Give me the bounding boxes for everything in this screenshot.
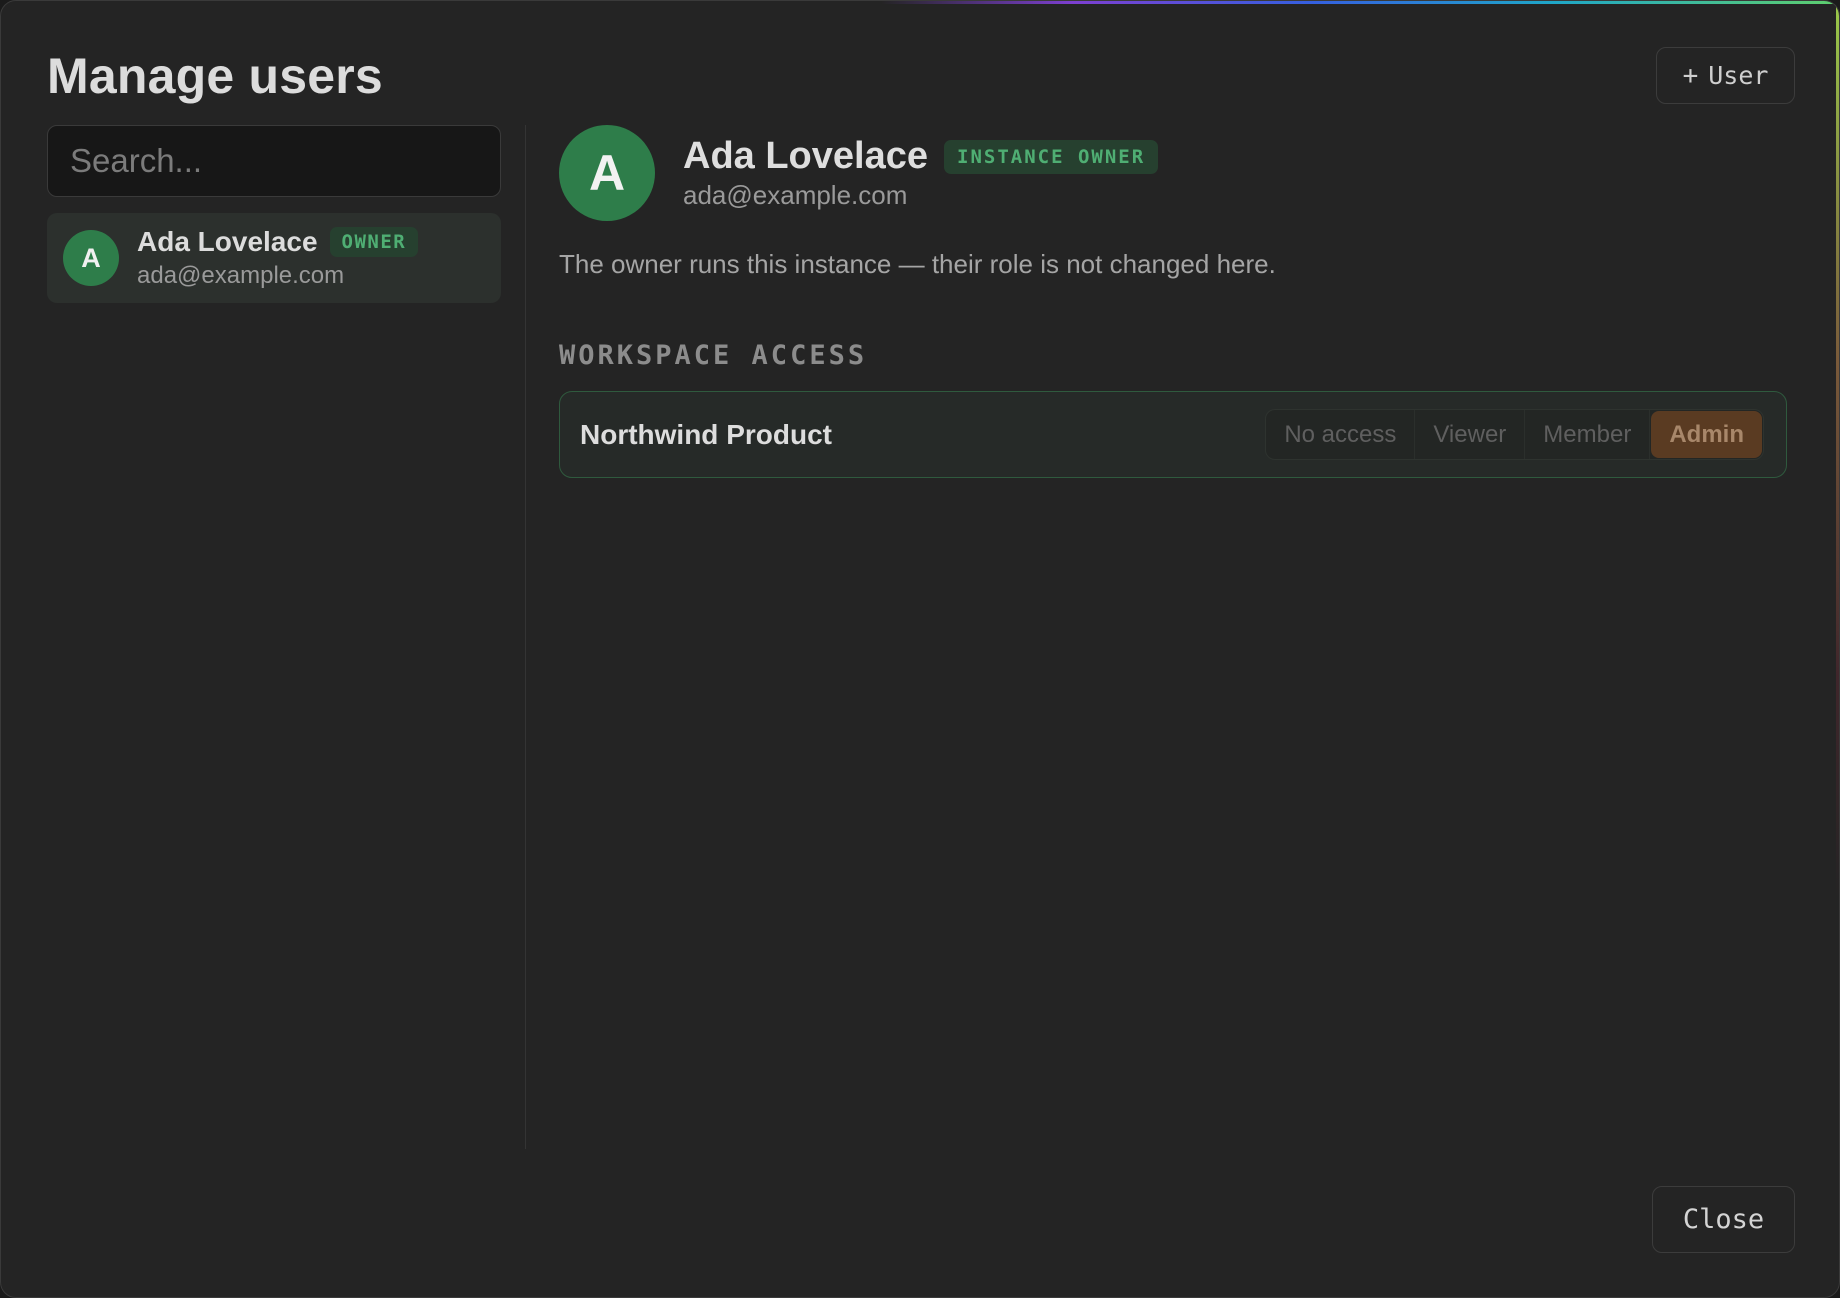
user-email: ada@example.com bbox=[137, 262, 345, 289]
manage-users-dialog: Manage users + User A Ada Lovelace OWNER… bbox=[0, 0, 1840, 1298]
workspace-access-heading: WORKSPACE ACCESS bbox=[559, 340, 868, 371]
panel-divider bbox=[525, 125, 526, 1149]
owner-note: The owner runs this instance — their rol… bbox=[559, 249, 1276, 279]
instance-owner-badge: INSTANCE OWNER bbox=[944, 139, 1159, 174]
detail-user-name: Ada Lovelace bbox=[683, 135, 928, 177]
dialog-title: Manage users bbox=[47, 48, 383, 104]
plus-icon: + bbox=[1682, 60, 1699, 91]
close-button[interactable]: Close bbox=[1652, 1186, 1795, 1253]
accent-gradient-side bbox=[1836, 1, 1839, 901]
role-option-admin[interactable]: Admin bbox=[1651, 411, 1762, 458]
role-option-no-access[interactable]: No access bbox=[1266, 410, 1416, 459]
search-input[interactable] bbox=[47, 125, 501, 197]
detail-user-email: ada@example.com bbox=[683, 180, 908, 210]
role-option-viewer[interactable]: Viewer bbox=[1415, 410, 1526, 459]
user-name: Ada Lovelace bbox=[137, 226, 318, 257]
user-list-item[interactable]: A Ada Lovelace OWNER ada@example.com bbox=[47, 213, 501, 303]
role-segmented-control: No access Viewer Member Admin bbox=[1265, 409, 1764, 460]
add-user-button[interactable]: + User bbox=[1656, 47, 1795, 104]
avatar: A bbox=[63, 230, 119, 286]
user-detail-header: A Ada Lovelace INSTANCE OWNER ada@exampl… bbox=[559, 125, 1787, 221]
workspace-row: Northwind Product No access Viewer Membe… bbox=[559, 391, 1787, 478]
user-list-sidebar: A Ada Lovelace OWNER ada@example.com bbox=[47, 125, 501, 303]
user-meta: Ada Lovelace OWNER ada@example.com bbox=[137, 226, 419, 290]
user-detail-panel: A Ada Lovelace INSTANCE OWNER ada@exampl… bbox=[559, 125, 1787, 478]
owner-badge: OWNER bbox=[329, 227, 419, 257]
role-option-member[interactable]: Member bbox=[1525, 410, 1651, 459]
accent-gradient-top bbox=[881, 1, 1839, 4]
add-user-label: User bbox=[1708, 61, 1769, 90]
avatar-large: A bbox=[559, 125, 655, 221]
workspace-name: Northwind Product bbox=[580, 418, 832, 450]
